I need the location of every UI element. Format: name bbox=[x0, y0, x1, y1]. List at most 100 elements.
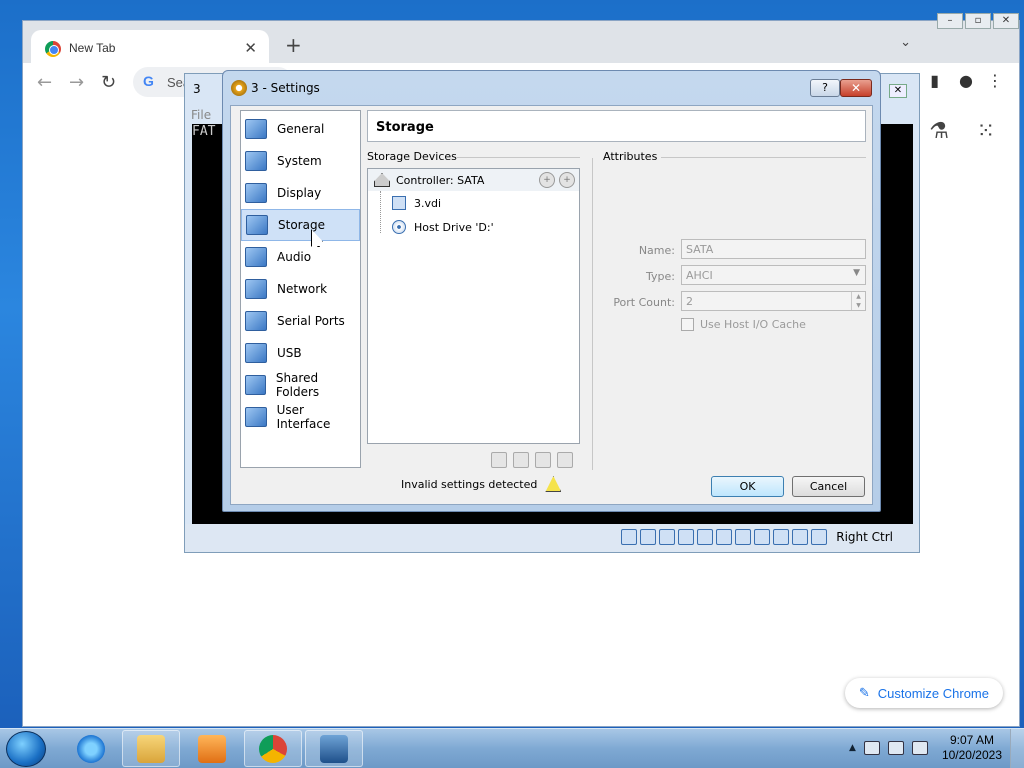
sidebar-item-user-interface[interactable]: User Interface bbox=[241, 401, 360, 433]
type-value: AHCI bbox=[686, 269, 713, 282]
controller-label: Controller: SATA bbox=[396, 173, 485, 187]
add-controller-icon[interactable] bbox=[491, 452, 507, 468]
taskbar-virtualbox[interactable] bbox=[305, 730, 363, 767]
sidebar-item-audio[interactable]: Audio bbox=[241, 241, 360, 273]
remove-attachment-icon[interactable] bbox=[557, 452, 573, 468]
system-tray: ▲ 9:07 AM 10/20/2023 bbox=[849, 733, 1002, 763]
divider bbox=[457, 157, 580, 158]
back-button[interactable]: ← bbox=[37, 72, 52, 93]
sidebar-item-usb[interactable]: USB bbox=[241, 337, 360, 369]
system-icon bbox=[245, 151, 267, 171]
hard-disk-icon bbox=[392, 196, 406, 210]
type-label: Type: bbox=[646, 270, 675, 283]
warning-icon[interactable] bbox=[545, 476, 562, 492]
chrome-menu-icon[interactable]: ⋮ bbox=[987, 71, 1003, 90]
dialog-title-bar: 3 - Settings ? ✕ bbox=[223, 71, 880, 105]
shared-folders-icon bbox=[245, 375, 266, 395]
spin-arrows-icon[interactable]: ▲ ▼ bbox=[851, 292, 865, 310]
new-tab-button[interactable]: + bbox=[285, 33, 302, 57]
name-label: Name: bbox=[638, 244, 675, 257]
internet-explorer-icon bbox=[77, 734, 105, 763]
usb-status-icon[interactable] bbox=[697, 529, 713, 545]
taskbar-file-explorer[interactable] bbox=[122, 730, 180, 767]
device-host-drive-d[interactable]: Host Drive 'D:' bbox=[392, 217, 494, 237]
sidebar-label: Audio bbox=[277, 250, 312, 264]
reload-button[interactable]: ↻ bbox=[101, 72, 116, 93]
port-count-value: 2 bbox=[686, 295, 693, 308]
display-icon bbox=[245, 183, 267, 203]
show-hidden-icons-icon[interactable]: ▲ bbox=[849, 743, 856, 753]
sidebar-item-network[interactable]: Network bbox=[241, 273, 360, 305]
ok-button[interactable]: OK bbox=[711, 476, 784, 497]
maximize-icon[interactable]: ▫ bbox=[965, 13, 991, 29]
help-button[interactable]: ? bbox=[810, 79, 840, 97]
controller-icon bbox=[374, 173, 390, 187]
sidebar-item-shared-folders[interactable]: Shared Folders bbox=[241, 369, 360, 401]
serial-ports-icon bbox=[245, 311, 267, 331]
settings-sidebar: General System Display Storage Audio Net… bbox=[240, 110, 361, 468]
remove-controller-icon[interactable] bbox=[513, 452, 529, 468]
sidebar-label: General bbox=[277, 122, 325, 136]
tab-close-icon[interactable]: ✕ bbox=[244, 39, 257, 57]
folder-icon bbox=[137, 734, 165, 763]
forward-button[interactable]: → bbox=[69, 72, 84, 93]
labs-flask-icon[interactable]: ⚗ bbox=[929, 119, 949, 144]
display-status-icon[interactable] bbox=[735, 529, 751, 545]
sidebar-item-serial-ports[interactable]: Serial Ports bbox=[241, 305, 360, 337]
optical-drive-status-icon[interactable] bbox=[640, 529, 656, 545]
cpu-status-icon[interactable] bbox=[773, 529, 789, 545]
storage-tree[interactable]: Controller: SATA + + 3.vdi Host Drive 'D… bbox=[367, 168, 580, 444]
name-field[interactable]: SATA bbox=[681, 239, 866, 259]
device-3-vdi[interactable]: 3.vdi bbox=[392, 193, 441, 213]
volume-tray-icon[interactable] bbox=[911, 741, 928, 755]
taskbar-media-player[interactable] bbox=[183, 730, 241, 767]
keyboard-capture-status-icon[interactable] bbox=[811, 529, 827, 545]
action-center-icon[interactable] bbox=[863, 741, 880, 755]
show-desktop-button[interactable] bbox=[1010, 729, 1024, 768]
taskbar-internet-explorer[interactable] bbox=[62, 730, 120, 767]
port-count-label: Port Count: bbox=[613, 296, 675, 309]
vm-status-icons bbox=[621, 529, 827, 545]
minimize-icon[interactable]: – bbox=[937, 13, 963, 29]
taskbar-chrome[interactable] bbox=[244, 730, 302, 767]
vm-close-icon[interactable]: ✕ bbox=[889, 84, 907, 98]
cancel-button[interactable]: Cancel bbox=[792, 476, 865, 497]
host-key-label: Right Ctrl bbox=[836, 530, 893, 544]
sidebar-item-system[interactable]: System bbox=[241, 145, 360, 177]
start-button[interactable] bbox=[6, 731, 46, 767]
hard-disk-status-icon[interactable] bbox=[621, 529, 637, 545]
optical-disc-icon bbox=[392, 220, 406, 234]
host-io-cache-label: Use Host I/O Cache bbox=[700, 318, 806, 331]
add-optical-drive-icon[interactable]: + bbox=[539, 172, 555, 188]
host-io-cache-checkbox[interactable]: Use Host I/O Cache bbox=[681, 318, 806, 331]
chevron-down-icon: ▼ bbox=[853, 268, 860, 278]
sidebar-item-general[interactable]: General bbox=[241, 113, 360, 145]
add-hard-disk-icon[interactable]: + bbox=[559, 172, 575, 188]
dialog-close-button[interactable]: ✕ bbox=[840, 79, 872, 97]
sidebar-label: USB bbox=[277, 346, 302, 360]
taskbar: ▲ 9:07 AM 10/20/2023 bbox=[0, 728, 1024, 768]
close-window-icon[interactable]: ✕ bbox=[993, 13, 1019, 29]
profile-icon[interactable]: ● bbox=[959, 71, 973, 90]
type-select[interactable]: AHCI ▼ bbox=[681, 265, 866, 285]
recording-status-icon[interactable] bbox=[754, 529, 770, 545]
sidebar-item-display[interactable]: Display bbox=[241, 177, 360, 209]
pencil-icon: ✎ bbox=[858, 685, 870, 700]
clock[interactable]: 9:07 AM 10/20/2023 bbox=[942, 733, 1002, 763]
tab-search-chevron-icon[interactable]: ⌄ bbox=[900, 35, 911, 50]
controller-sata-row[interactable]: Controller: SATA + + bbox=[368, 169, 579, 191]
apps-grid-icon[interactable]: ⁙ bbox=[977, 119, 995, 144]
customize-chrome-button[interactable]: ✎ Customize Chrome bbox=[844, 678, 1003, 708]
sidebar-label: Shared Folders bbox=[275, 371, 320, 399]
add-attachment-icon[interactable] bbox=[535, 452, 551, 468]
audio-status-icon[interactable] bbox=[659, 529, 675, 545]
shared-folders-status-icon[interactable] bbox=[716, 529, 732, 545]
mouse-integration-status-icon[interactable] bbox=[792, 529, 808, 545]
side-panel-icon[interactable]: ▮ bbox=[930, 71, 939, 90]
port-count-spinbox[interactable]: 2 ▲ ▼ bbox=[681, 291, 866, 311]
network-icon bbox=[245, 279, 267, 299]
vm-menu-file[interactable]: File bbox=[191, 108, 211, 122]
sidebar-item-storage[interactable]: Storage bbox=[241, 209, 360, 241]
network-status-icon[interactable] bbox=[678, 529, 694, 545]
network-tray-icon[interactable] bbox=[887, 741, 904, 755]
